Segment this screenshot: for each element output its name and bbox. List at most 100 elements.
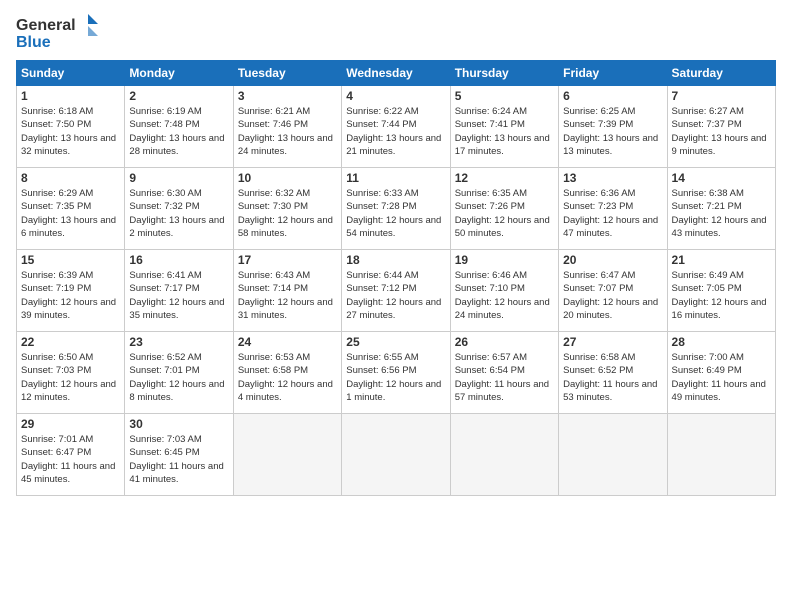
day-number: 26: [455, 335, 554, 349]
day-number: 24: [238, 335, 337, 349]
day-number: 21: [672, 253, 771, 267]
calendar-cell: 19 Sunrise: 6:46 AM Sunset: 7:10 PM Dayl…: [450, 250, 558, 332]
day-number: 19: [455, 253, 554, 267]
day-info: Sunrise: 6:55 AM Sunset: 6:56 PM Dayligh…: [346, 351, 445, 404]
day-info: Sunrise: 6:24 AM Sunset: 7:41 PM Dayligh…: [455, 105, 554, 158]
day-number: 11: [346, 171, 445, 185]
calendar-cell: [342, 414, 450, 496]
calendar-cell: [450, 414, 558, 496]
calendar-header-row: SundayMondayTuesdayWednesdayThursdayFrid…: [17, 61, 776, 86]
day-number: 12: [455, 171, 554, 185]
day-info: Sunrise: 7:01 AM Sunset: 6:47 PM Dayligh…: [21, 433, 120, 486]
logo-svg: General Blue: [16, 12, 106, 52]
day-info: Sunrise: 6:53 AM Sunset: 6:58 PM Dayligh…: [238, 351, 337, 404]
day-number: 27: [563, 335, 662, 349]
day-info: Sunrise: 6:44 AM Sunset: 7:12 PM Dayligh…: [346, 269, 445, 322]
day-number: 3: [238, 89, 337, 103]
day-info: Sunrise: 6:27 AM Sunset: 7:37 PM Dayligh…: [672, 105, 771, 158]
column-header-sunday: Sunday: [17, 61, 125, 86]
day-number: 4: [346, 89, 445, 103]
calendar-cell: 18 Sunrise: 6:44 AM Sunset: 7:12 PM Dayl…: [342, 250, 450, 332]
day-number: 6: [563, 89, 662, 103]
day-info: Sunrise: 6:18 AM Sunset: 7:50 PM Dayligh…: [21, 105, 120, 158]
day-info: Sunrise: 6:35 AM Sunset: 7:26 PM Dayligh…: [455, 187, 554, 240]
day-info: Sunrise: 6:25 AM Sunset: 7:39 PM Dayligh…: [563, 105, 662, 158]
calendar-cell: 23 Sunrise: 6:52 AM Sunset: 7:01 PM Dayl…: [125, 332, 233, 414]
calendar-cell: [559, 414, 667, 496]
calendar-cell: [667, 414, 775, 496]
calendar-cell: 2 Sunrise: 6:19 AM Sunset: 7:48 PM Dayli…: [125, 86, 233, 168]
day-number: 29: [21, 417, 120, 431]
calendar-cell: 13 Sunrise: 6:36 AM Sunset: 7:23 PM Dayl…: [559, 168, 667, 250]
day-info: Sunrise: 6:38 AM Sunset: 7:21 PM Dayligh…: [672, 187, 771, 240]
day-number: 28: [672, 335, 771, 349]
day-info: Sunrise: 6:50 AM Sunset: 7:03 PM Dayligh…: [21, 351, 120, 404]
day-info: Sunrise: 6:49 AM Sunset: 7:05 PM Dayligh…: [672, 269, 771, 322]
day-number: 22: [21, 335, 120, 349]
column-header-saturday: Saturday: [667, 61, 775, 86]
svg-text:General: General: [16, 17, 76, 34]
day-info: Sunrise: 6:52 AM Sunset: 7:01 PM Dayligh…: [129, 351, 228, 404]
day-info: Sunrise: 6:30 AM Sunset: 7:32 PM Dayligh…: [129, 187, 228, 240]
day-number: 5: [455, 89, 554, 103]
day-number: 1: [21, 89, 120, 103]
page-container: General Blue SundayMondayTuesdayWednesda…: [0, 0, 792, 504]
calendar-cell: 25 Sunrise: 6:55 AM Sunset: 6:56 PM Dayl…: [342, 332, 450, 414]
day-info: Sunrise: 6:29 AM Sunset: 7:35 PM Dayligh…: [21, 187, 120, 240]
column-header-wednesday: Wednesday: [342, 61, 450, 86]
calendar-cell: 11 Sunrise: 6:33 AM Sunset: 7:28 PM Dayl…: [342, 168, 450, 250]
day-number: 2: [129, 89, 228, 103]
day-info: Sunrise: 7:00 AM Sunset: 6:49 PM Dayligh…: [672, 351, 771, 404]
calendar-cell: 24 Sunrise: 6:53 AM Sunset: 6:58 PM Dayl…: [233, 332, 341, 414]
day-number: 30: [129, 417, 228, 431]
day-number: 7: [672, 89, 771, 103]
day-number: 13: [563, 171, 662, 185]
day-number: 18: [346, 253, 445, 267]
week-row-1: 1 Sunrise: 6:18 AM Sunset: 7:50 PM Dayli…: [17, 86, 776, 168]
calendar-cell: 26 Sunrise: 6:57 AM Sunset: 6:54 PM Dayl…: [450, 332, 558, 414]
calendar-cell: 20 Sunrise: 6:47 AM Sunset: 7:07 PM Dayl…: [559, 250, 667, 332]
week-row-4: 22 Sunrise: 6:50 AM Sunset: 7:03 PM Dayl…: [17, 332, 776, 414]
calendar-cell: 15 Sunrise: 6:39 AM Sunset: 7:19 PM Dayl…: [17, 250, 125, 332]
calendar-cell: 22 Sunrise: 6:50 AM Sunset: 7:03 PM Dayl…: [17, 332, 125, 414]
calendar-cell: 8 Sunrise: 6:29 AM Sunset: 7:35 PM Dayli…: [17, 168, 125, 250]
calendar-cell: 1 Sunrise: 6:18 AM Sunset: 7:50 PM Dayli…: [17, 86, 125, 168]
logo: General Blue: [16, 12, 106, 52]
day-info: Sunrise: 6:43 AM Sunset: 7:14 PM Dayligh…: [238, 269, 337, 322]
day-info: Sunrise: 6:36 AM Sunset: 7:23 PM Dayligh…: [563, 187, 662, 240]
calendar-cell: 5 Sunrise: 6:24 AM Sunset: 7:41 PM Dayli…: [450, 86, 558, 168]
calendar-cell: 28 Sunrise: 7:00 AM Sunset: 6:49 PM Dayl…: [667, 332, 775, 414]
calendar-cell: [233, 414, 341, 496]
calendar-cell: 12 Sunrise: 6:35 AM Sunset: 7:26 PM Dayl…: [450, 168, 558, 250]
calendar-cell: 29 Sunrise: 7:01 AM Sunset: 6:47 PM Dayl…: [17, 414, 125, 496]
day-number: 23: [129, 335, 228, 349]
day-number: 10: [238, 171, 337, 185]
day-info: Sunrise: 6:47 AM Sunset: 7:07 PM Dayligh…: [563, 269, 662, 322]
calendar-cell: 7 Sunrise: 6:27 AM Sunset: 7:37 PM Dayli…: [667, 86, 775, 168]
calendar-cell: 27 Sunrise: 6:58 AM Sunset: 6:52 PM Dayl…: [559, 332, 667, 414]
day-info: Sunrise: 6:41 AM Sunset: 7:17 PM Dayligh…: [129, 269, 228, 322]
calendar-cell: 6 Sunrise: 6:25 AM Sunset: 7:39 PM Dayli…: [559, 86, 667, 168]
calendar-body: 1 Sunrise: 6:18 AM Sunset: 7:50 PM Dayli…: [17, 86, 776, 496]
day-info: Sunrise: 6:32 AM Sunset: 7:30 PM Dayligh…: [238, 187, 337, 240]
day-info: Sunrise: 6:58 AM Sunset: 6:52 PM Dayligh…: [563, 351, 662, 404]
day-number: 17: [238, 253, 337, 267]
day-number: 20: [563, 253, 662, 267]
calendar-cell: 14 Sunrise: 6:38 AM Sunset: 7:21 PM Dayl…: [667, 168, 775, 250]
day-number: 25: [346, 335, 445, 349]
day-info: Sunrise: 6:57 AM Sunset: 6:54 PM Dayligh…: [455, 351, 554, 404]
svg-text:Blue: Blue: [16, 34, 51, 51]
calendar-cell: 21 Sunrise: 6:49 AM Sunset: 7:05 PM Dayl…: [667, 250, 775, 332]
day-number: 8: [21, 171, 120, 185]
calendar-table: SundayMondayTuesdayWednesdayThursdayFrid…: [16, 60, 776, 496]
calendar-cell: 17 Sunrise: 6:43 AM Sunset: 7:14 PM Dayl…: [233, 250, 341, 332]
day-number: 15: [21, 253, 120, 267]
calendar-cell: 30 Sunrise: 7:03 AM Sunset: 6:45 PM Dayl…: [125, 414, 233, 496]
day-info: Sunrise: 6:21 AM Sunset: 7:46 PM Dayligh…: [238, 105, 337, 158]
calendar-cell: 10 Sunrise: 6:32 AM Sunset: 7:30 PM Dayl…: [233, 168, 341, 250]
day-number: 14: [672, 171, 771, 185]
day-info: Sunrise: 7:03 AM Sunset: 6:45 PM Dayligh…: [129, 433, 228, 486]
day-info: Sunrise: 6:33 AM Sunset: 7:28 PM Dayligh…: [346, 187, 445, 240]
calendar-cell: 16 Sunrise: 6:41 AM Sunset: 7:17 PM Dayl…: [125, 250, 233, 332]
day-number: 16: [129, 253, 228, 267]
